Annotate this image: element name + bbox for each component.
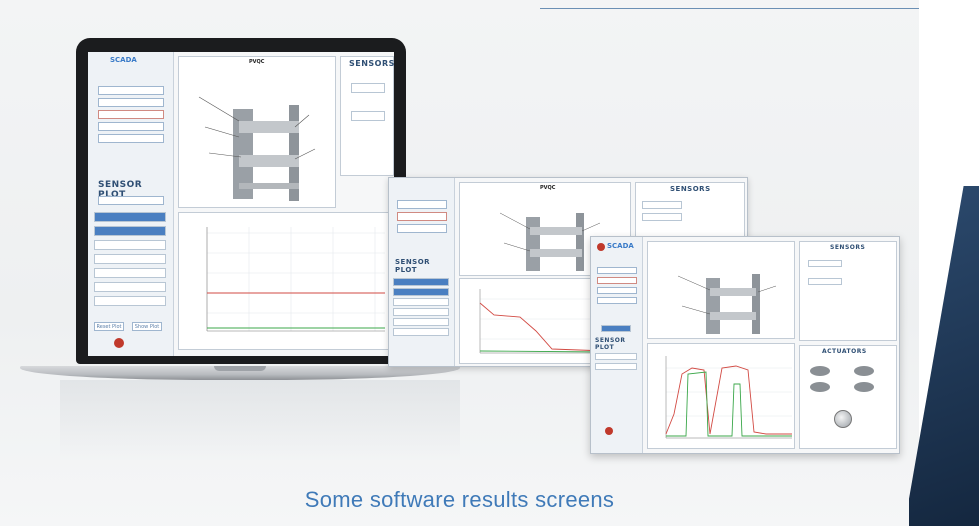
laptop-footer-logo — [114, 338, 124, 348]
win3-sensor-row-2[interactable] — [595, 363, 637, 370]
win3-actuators-title: ACTUATORS — [822, 348, 867, 355]
win3-actuator-button-1[interactable] — [810, 366, 830, 376]
win2-sensor-value-1 — [642, 201, 682, 209]
win2-sensor-row-4[interactable] — [393, 308, 449, 316]
win2-sensor-value-2 — [642, 213, 682, 221]
win3-button-4[interactable] — [597, 297, 637, 304]
win3-scada-logo: SCADA — [607, 242, 634, 250]
win2-chart-svg — [479, 289, 607, 354]
laptop-button-2[interactable] — [98, 98, 164, 107]
win3-sensor-value-2 — [808, 278, 842, 285]
win2-sensor-row-1[interactable] — [393, 278, 449, 286]
win3-actuators-panel: ACTUATORS — [799, 345, 897, 449]
win3-button-2[interactable] — [597, 277, 637, 284]
screen-window-3: SCADA SENSOR PLOT SENSORS ACTUATORS — [590, 236, 900, 454]
laptop-button-4[interactable] — [98, 122, 164, 131]
laptop-button-5[interactable] — [98, 134, 164, 143]
win2-control-panel: SENSOR PLOT — [389, 178, 455, 366]
win2-button-2[interactable] — [397, 212, 447, 221]
laptop-sensor-row-3[interactable] — [94, 240, 166, 250]
laptop-sensor-chart — [178, 212, 390, 350]
laptop-chart-svg — [206, 227, 385, 332]
laptop-sensor-row-1[interactable] — [94, 212, 166, 222]
win3-chart-svg — [665, 356, 792, 439]
laptop-screen: SCADA SENSOR PLOT Reset Plot Show Plot P… — [88, 52, 394, 356]
win2-sensors-title: SENSORS — [670, 185, 711, 193]
win2-button-1[interactable] — [397, 200, 447, 209]
laptop-diagram-title: PVQC — [249, 59, 265, 65]
win3-sensor-chart — [647, 343, 795, 449]
laptop-sensor-row-5[interactable] — [94, 268, 166, 278]
laptop-sensor-row-6[interactable] — [94, 282, 166, 292]
win3-sensor-plot-title: SENSOR PLOT — [595, 337, 626, 351]
laptop-show-plot-button[interactable]: Show Plot — [132, 322, 162, 331]
win3-actuator-button-2[interactable] — [854, 366, 874, 376]
win2-button-3[interactable] — [397, 224, 447, 233]
laptop-control-panel: SCADA SENSOR PLOT Reset Plot Show Plot — [88, 52, 174, 356]
win2-sensor-row-5[interactable] — [393, 318, 449, 326]
laptop-sensor-value-1 — [351, 83, 385, 93]
laptop-plot-select[interactable] — [98, 196, 164, 205]
laptop-button-3[interactable] — [98, 110, 164, 119]
win3-process-diagram — [647, 241, 795, 339]
header-rule — [540, 8, 979, 9]
win2-sensor-plot-title: SENSOR PLOT — [395, 258, 431, 274]
scada-logo: SCADA — [110, 56, 137, 64]
laptop-reflection — [60, 380, 460, 460]
win3-button-1[interactable] — [597, 267, 637, 274]
caption: Some software results screens — [304, 487, 615, 512]
win3-knob[interactable] — [834, 410, 852, 428]
win3-button-3[interactable] — [597, 287, 637, 294]
laptop-sensor-row-7[interactable] — [94, 296, 166, 306]
laptop-sensors-title: SENSORS — [349, 59, 394, 68]
win3-control-panel: SCADA SENSOR PLOT — [591, 237, 643, 453]
win3-actuator-button-4[interactable] — [854, 382, 874, 392]
laptop-button-1[interactable] — [98, 86, 164, 95]
laptop-sensor-value-2 — [351, 111, 385, 121]
win3-footer-logo — [605, 427, 613, 435]
win2-diagram-title: PVQC — [540, 185, 556, 191]
laptop-sensor-row-2[interactable] — [94, 226, 166, 236]
win3-sensors-panel: SENSORS — [799, 241, 897, 341]
laptop-notch — [214, 366, 266, 371]
win3-series-green — [666, 371, 792, 437]
win3-series-red — [665, 365, 792, 435]
win2-sensor-chart — [459, 278, 609, 364]
win3-toggle[interactable] — [601, 325, 631, 332]
win2-sensor-row-3[interactable] — [393, 298, 449, 306]
laptop-frame-drawing — [198, 96, 316, 201]
win3-sensors-title: SENSORS — [830, 244, 866, 251]
win3-frame-drawing — [677, 274, 777, 334]
win3-sensor-value-1 — [808, 260, 842, 267]
win2-sensor-row-6[interactable] — [393, 328, 449, 336]
win3-logo-icon — [597, 243, 605, 251]
win3-actuator-button-3[interactable] — [810, 382, 830, 392]
win2-series-green — [479, 350, 607, 353]
win2-sensor-row-2[interactable] — [393, 288, 449, 296]
win2-series-red — [479, 302, 607, 352]
laptop-sensors-panel: SENSORS — [340, 56, 394, 176]
win3-sensor-row-1[interactable] — [595, 353, 637, 360]
laptop-sensor-row-4[interactable] — [94, 254, 166, 264]
laptop-reset-plot-button[interactable]: Reset Plot — [94, 322, 124, 331]
laptop-process-diagram: PVQC — [178, 56, 336, 208]
